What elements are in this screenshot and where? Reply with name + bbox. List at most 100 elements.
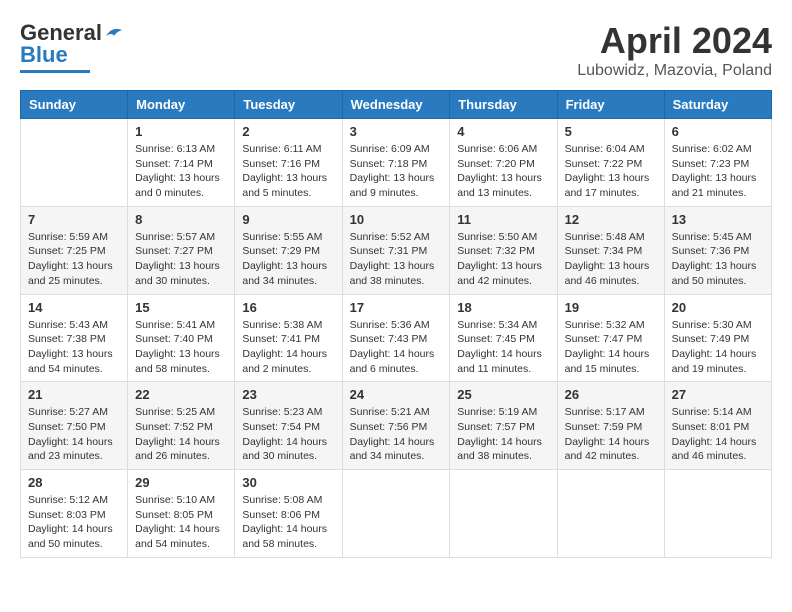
calendar-week-2: 7Sunrise: 5:59 AMSunset: 7:25 PMDaylight… <box>21 206 772 294</box>
cell-info: Sunrise: 5:41 AMSunset: 7:40 PMDaylight:… <box>135 318 227 377</box>
day-header-wednesday: Wednesday <box>342 91 450 119</box>
calendar-cell: 18 Sunrise: 5:34 AMSunset: 7:45 PMDayligh… <box>450 294 557 382</box>
calendar-week-3: 14 Sunrise: 5:43 AMSunset: 7:38 PMDayligh… <box>21 294 772 382</box>
calendar-cell <box>664 470 771 558</box>
cell-info: Sunrise: 6:04 AMSunset: 7:22 PMDaylight:… <box>565 142 657 201</box>
cell-info: Sunrise: 6:06 AMSunset: 7:20 PMDaylight:… <box>457 142 549 201</box>
day-number: 14 <box>28 300 120 315</box>
cell-info: Sunrise: 5:50 AMSunset: 7:32 PMDaylight:… <box>457 230 549 289</box>
calendar-cell: 4Sunrise: 6:06 AMSunset: 7:20 PMDaylight… <box>450 119 557 207</box>
day-number: 27 <box>672 387 764 402</box>
day-number: 8 <box>135 212 227 227</box>
calendar-header-row: SundayMondayTuesdayWednesdayThursdayFrid… <box>21 91 772 119</box>
location: Lubowidz, Mazovia, Poland <box>577 62 772 80</box>
cell-info: Sunrise: 5:48 AMSunset: 7:34 PMDaylight:… <box>565 230 657 289</box>
cell-info: Sunrise: 5:14 AMSunset: 8:01 PMDaylight:… <box>672 405 764 464</box>
cell-info: Sunrise: 5:12 AMSunset: 8:03 PMDaylight:… <box>28 493 120 552</box>
month-title: April 2024 <box>577 20 772 62</box>
cell-info: Sunrise: 6:09 AMSunset: 7:18 PMDaylight:… <box>350 142 443 201</box>
day-number: 13 <box>672 212 764 227</box>
cell-info: Sunrise: 5:45 AMSunset: 7:36 PMDaylight:… <box>672 230 764 289</box>
cell-info: Sunrise: 5:27 AMSunset: 7:50 PMDaylight:… <box>28 405 120 464</box>
calendar-cell: 15 Sunrise: 5:41 AMSunset: 7:40 PMDayligh… <box>128 294 235 382</box>
calendar-body: 1 Sunrise: 6:13 AMSunset: 7:14 PMDaylight… <box>21 119 772 558</box>
cell-info: Sunrise: 5:38 AMSunset: 7:41 PMDaylight:… <box>242 318 334 377</box>
day-number: 26 <box>565 387 657 402</box>
day-number: 1 <box>135 124 227 139</box>
cell-info: Sunrise: 6:02 AMSunset: 7:23 PMDaylight:… <box>672 142 764 201</box>
day-number: 22 <box>135 387 227 402</box>
day-header-friday: Friday <box>557 91 664 119</box>
calendar-cell: 27 Sunrise: 5:14 AMSunset: 8:01 PMDayligh… <box>664 382 771 470</box>
calendar-cell <box>450 470 557 558</box>
calendar-cell <box>557 470 664 558</box>
calendar-cell: 28 Sunrise: 5:12 AMSunset: 8:03 PMDayligh… <box>21 470 128 558</box>
cell-info: Sunrise: 5:59 AMSunset: 7:25 PMDaylight:… <box>28 230 120 289</box>
day-number: 15 <box>135 300 227 315</box>
day-number: 11 <box>457 212 549 227</box>
day-number: 28 <box>28 475 120 490</box>
cell-info: Sunrise: 5:30 AMSunset: 7:49 PMDaylight:… <box>672 318 764 377</box>
day-number: 16 <box>242 300 334 315</box>
cell-info: Sunrise: 5:55 AMSunset: 7:29 PMDaylight:… <box>242 230 334 289</box>
cell-info: Sunrise: 5:32 AMSunset: 7:47 PMDaylight:… <box>565 318 657 377</box>
calendar-cell: 17Sunrise: 5:36 AMSunset: 7:43 PMDayligh… <box>342 294 450 382</box>
calendar-cell: 19 Sunrise: 5:32 AMSunset: 7:47 PMDayligh… <box>557 294 664 382</box>
calendar-cell: 29 Sunrise: 5:10 AMSunset: 8:05 PMDayligh… <box>128 470 235 558</box>
day-number: 24 <box>350 387 443 402</box>
cell-info: Sunrise: 5:10 AMSunset: 8:05 PMDaylight:… <box>135 493 227 552</box>
day-number: 23 <box>242 387 334 402</box>
calendar-table: SundayMondayTuesdayWednesdayThursdayFrid… <box>20 90 772 558</box>
calendar-cell: 25Sunrise: 5:19 AMSunset: 7:57 PMDayligh… <box>450 382 557 470</box>
day-number: 25 <box>457 387 549 402</box>
cell-info: Sunrise: 5:23 AMSunset: 7:54 PMDaylight:… <box>242 405 334 464</box>
day-header-sunday: Sunday <box>21 91 128 119</box>
day-number: 2 <box>242 124 334 139</box>
cell-info: Sunrise: 5:25 AMSunset: 7:52 PMDaylight:… <box>135 405 227 464</box>
day-number: 6 <box>672 124 764 139</box>
logo-underline <box>20 70 90 73</box>
calendar-header: SundayMondayTuesdayWednesdayThursdayFrid… <box>21 91 772 119</box>
day-number: 3 <box>350 124 443 139</box>
calendar-cell: 16 Sunrise: 5:38 AMSunset: 7:41 PMDayligh… <box>235 294 342 382</box>
day-header-thursday: Thursday <box>450 91 557 119</box>
calendar-cell: 26 Sunrise: 5:17 AMSunset: 7:59 PMDayligh… <box>557 382 664 470</box>
calendar-cell: 14 Sunrise: 5:43 AMSunset: 7:38 PMDayligh… <box>21 294 128 382</box>
calendar-week-4: 21 Sunrise: 5:27 AMSunset: 7:50 PMDayligh… <box>21 382 772 470</box>
calendar-week-5: 28 Sunrise: 5:12 AMSunset: 8:03 PMDayligh… <box>21 470 772 558</box>
calendar-cell: 3 Sunrise: 6:09 AMSunset: 7:18 PMDaylight… <box>342 119 450 207</box>
day-number: 5 <box>565 124 657 139</box>
day-number: 17 <box>350 300 443 315</box>
cell-info: Sunrise: 5:43 AMSunset: 7:38 PMDaylight:… <box>28 318 120 377</box>
day-number: 10 <box>350 212 443 227</box>
cell-info: Sunrise: 5:52 AMSunset: 7:31 PMDaylight:… <box>350 230 443 289</box>
calendar-cell: 20 Sunrise: 5:30 AMSunset: 7:49 PMDayligh… <box>664 294 771 382</box>
cell-info: Sunrise: 5:34 AMSunset: 7:45 PMDaylight:… <box>457 318 549 377</box>
day-number: 21 <box>28 387 120 402</box>
day-number: 29 <box>135 475 227 490</box>
day-number: 9 <box>242 212 334 227</box>
cell-info: Sunrise: 6:13 AMSunset: 7:14 PMDaylight:… <box>135 142 227 201</box>
cell-info: Sunrise: 5:17 AMSunset: 7:59 PMDaylight:… <box>565 405 657 464</box>
title-block: April 2024 Lubowidz, Mazovia, Poland <box>577 20 772 80</box>
calendar-cell: 10 Sunrise: 5:52 AMSunset: 7:31 PMDayligh… <box>342 206 450 294</box>
calendar-cell <box>21 119 128 207</box>
calendar-cell <box>342 470 450 558</box>
calendar-cell: 21 Sunrise: 5:27 AMSunset: 7:50 PMDayligh… <box>21 382 128 470</box>
cell-info: Sunrise: 5:57 AMSunset: 7:27 PMDaylight:… <box>135 230 227 289</box>
day-number: 20 <box>672 300 764 315</box>
page-header: General Blue April 2024 Lubowidz, Mazovi… <box>20 20 772 80</box>
calendar-cell: 30Sunrise: 5:08 AMSunset: 8:06 PMDayligh… <box>235 470 342 558</box>
calendar-cell: 22 Sunrise: 5:25 AMSunset: 7:52 PMDayligh… <box>128 382 235 470</box>
calendar-cell: 11 Sunrise: 5:50 AMSunset: 7:32 PMDayligh… <box>450 206 557 294</box>
calendar-cell: 5 Sunrise: 6:04 AMSunset: 7:22 PMDaylight… <box>557 119 664 207</box>
cell-info: Sunrise: 5:21 AMSunset: 7:56 PMDaylight:… <box>350 405 443 464</box>
calendar-cell: 13 Sunrise: 5:45 AMSunset: 7:36 PMDayligh… <box>664 206 771 294</box>
calendar-cell: 8 Sunrise: 5:57 AMSunset: 7:27 PMDaylight… <box>128 206 235 294</box>
day-number: 19 <box>565 300 657 315</box>
day-header-tuesday: Tuesday <box>235 91 342 119</box>
day-number: 12 <box>565 212 657 227</box>
day-number: 18 <box>457 300 549 315</box>
calendar-cell: 23 Sunrise: 5:23 AMSunset: 7:54 PMDayligh… <box>235 382 342 470</box>
calendar-cell: 7Sunrise: 5:59 AMSunset: 7:25 PMDaylight… <box>21 206 128 294</box>
